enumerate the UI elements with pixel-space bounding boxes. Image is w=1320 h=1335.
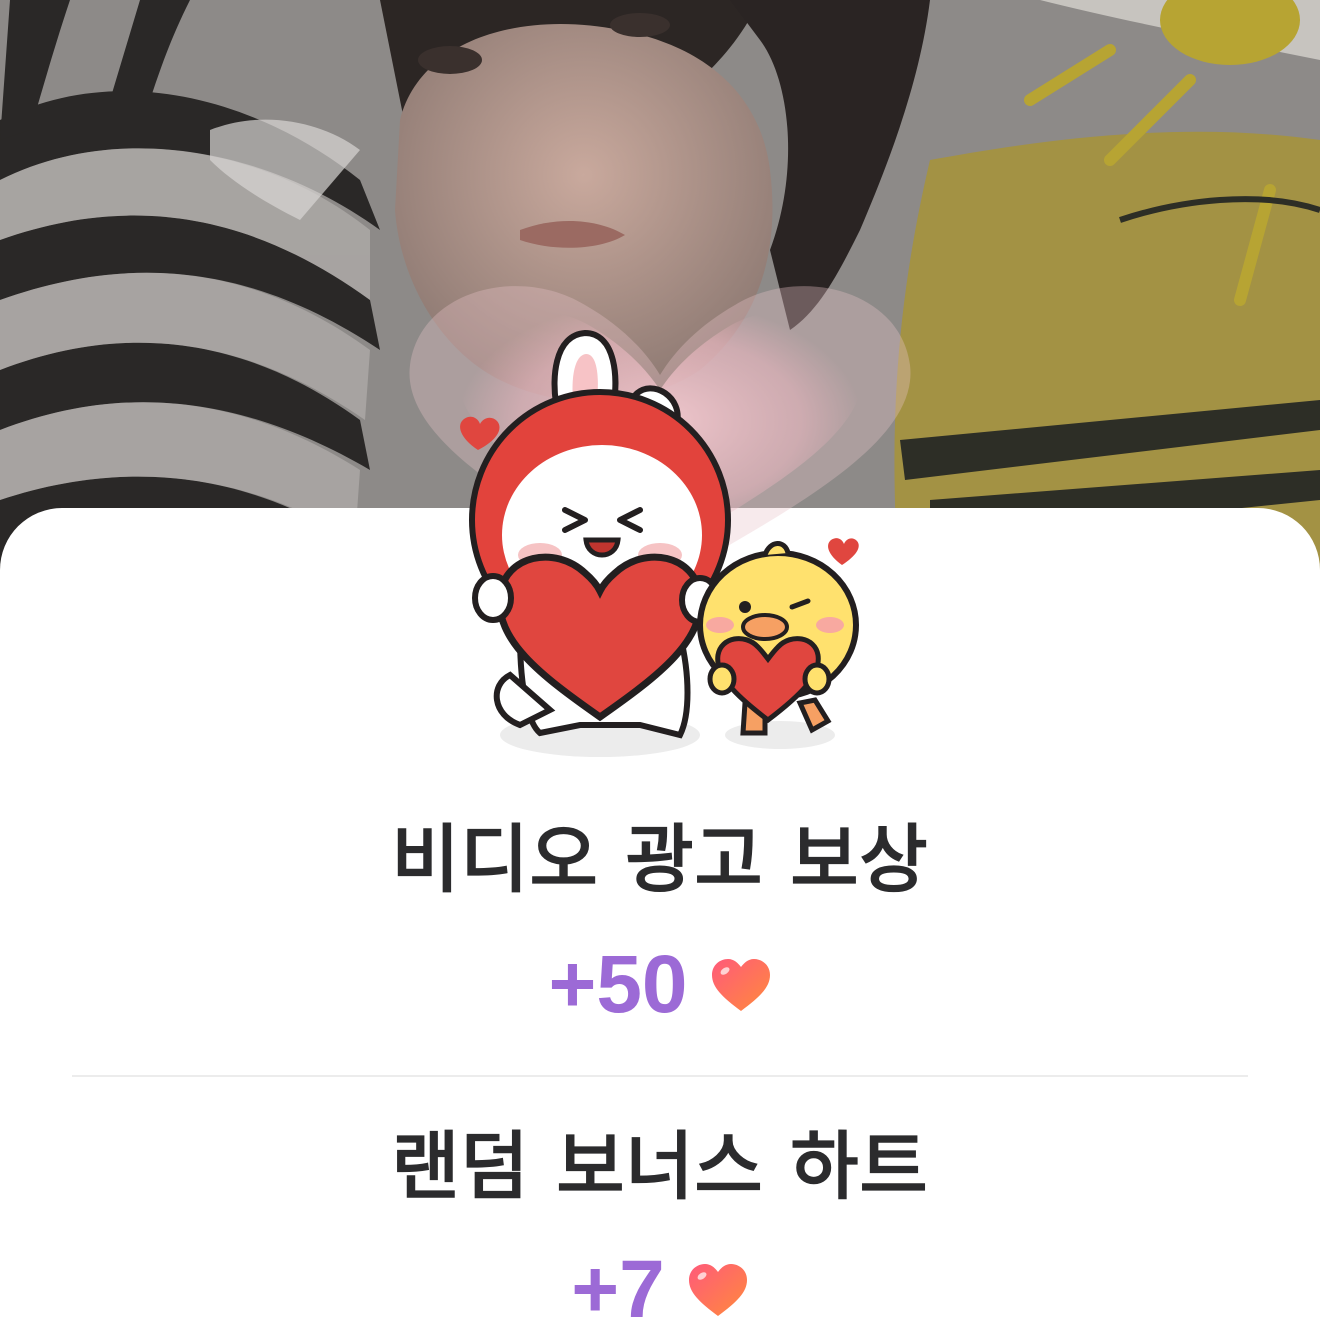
reward-title: 비디오 광고 보상 — [391, 817, 929, 903]
reward-amount: +7 — [571, 1244, 665, 1335]
mascot-illustration — [360, 255, 960, 775]
heart-icon — [688, 1264, 747, 1316]
divider — [72, 1075, 1248, 1077]
reward-amount-row: +7 — [0, 1245, 1320, 1335]
reward-title: 랜덤 보너스 하트 — [391, 1124, 929, 1210]
heart-icon — [711, 959, 770, 1011]
reward-amount-row: +50 — [0, 940, 1320, 1030]
reward-amount: +50 — [548, 939, 688, 1030]
